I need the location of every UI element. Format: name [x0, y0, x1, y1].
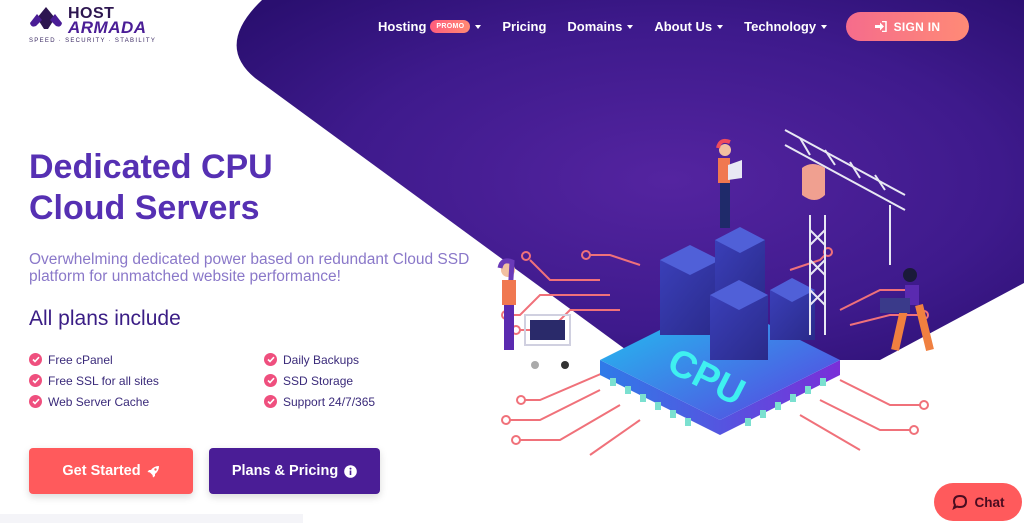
nav-item-label: About Us: [654, 18, 713, 34]
rocket-icon: [147, 465, 159, 477]
get-started-button[interactable]: Get Started: [29, 448, 193, 494]
person-with-laptop: [716, 138, 742, 228]
chevron-down-icon: [627, 24, 634, 29]
check-circle-icon: [264, 353, 277, 366]
logo-tagline: SPEED · SECURITY · STABILITY: [29, 38, 157, 44]
title-line-2: Cloud Servers: [29, 189, 260, 227]
plans-pricing-label: Plans & Pricing: [231, 463, 339, 479]
promo-badge: PROMO: [430, 19, 471, 33]
nav-item-label: Technology: [744, 18, 817, 34]
brand-logo[interactable]: HOST ARMADA SPEED · SECURITY · STABILITY: [28, 4, 168, 45]
cpu-illustration: CPU: [497, 129, 934, 456]
get-started-label: Get Started: [62, 463, 141, 479]
nav-item-about-us[interactable]: About Us: [654, 18, 724, 34]
logo-armada-text: ARMADA: [68, 18, 147, 37]
feature-label: SSD Storage: [283, 373, 354, 388]
nav-item-domains[interactable]: Domains: [567, 18, 634, 34]
feature-item: Daily Backups: [264, 352, 429, 367]
feature-label: Support 24/7/365: [283, 394, 376, 409]
feature-item: Free SSL for all sites: [29, 373, 264, 388]
check-circle-icon: [264, 395, 277, 408]
browser-status-bar: [0, 514, 303, 523]
chevron-down-icon: [821, 24, 828, 29]
nav-item-label: Domains: [567, 18, 623, 34]
worker-carrying-box: [880, 268, 934, 351]
chat-button[interactable]: Chat: [934, 483, 1022, 521]
check-circle-icon: [29, 395, 42, 408]
check-circle-icon: [29, 374, 42, 387]
nav-item-label: Hosting: [378, 18, 427, 34]
hero-subtitle: Overwhelming dedicated power based on re…: [29, 251, 470, 285]
info-circle-icon: [344, 464, 357, 478]
sign-in-button[interactable]: SIGN IN: [846, 12, 969, 41]
nav-item-hosting[interactable]: Hosting PROMO: [378, 18, 482, 34]
feature-label: Free cPanel: [48, 352, 113, 367]
feature-item: Free cPanel: [29, 352, 264, 367]
nav-item-technology[interactable]: Technology: [744, 18, 828, 34]
chat-label: Chat: [974, 494, 1005, 510]
page-title: Dedicated CPU Cloud Servers: [29, 147, 273, 229]
person-with-cart: [497, 258, 571, 369]
sign-in-icon: [874, 21, 887, 32]
feature-item: Support 24/7/365: [264, 394, 429, 409]
title-line-1: Dedicated CPU: [29, 148, 273, 186]
chevron-down-icon: [475, 24, 482, 29]
nav-item-label: Pricing: [502, 18, 547, 34]
feature-label: Free SSL for all sites: [48, 373, 159, 388]
includes-heading: All plans include: [29, 307, 181, 330]
sign-in-label: SIGN IN: [893, 19, 941, 34]
feature-label: Web Server Cache: [48, 394, 150, 409]
logo-mark-icon: [30, 7, 62, 29]
feature-list: Free cPanel Daily Backups Free SSL for a…: [29, 352, 429, 409]
feature-item: Web Server Cache: [29, 394, 264, 409]
feature-item: SSD Storage: [264, 373, 429, 388]
plans-pricing-button[interactable]: Plans & Pricing: [209, 448, 380, 494]
chat-bubble-icon: [951, 494, 967, 510]
feature-label: Daily Backups: [283, 352, 360, 367]
check-circle-icon: [29, 353, 42, 366]
nav-item-pricing[interactable]: Pricing: [502, 19, 546, 34]
main-nav: Hosting PROMO Pricing Domains About Us T…: [378, 12, 848, 40]
check-circle-icon: [264, 374, 277, 387]
chevron-down-icon: [717, 24, 724, 29]
